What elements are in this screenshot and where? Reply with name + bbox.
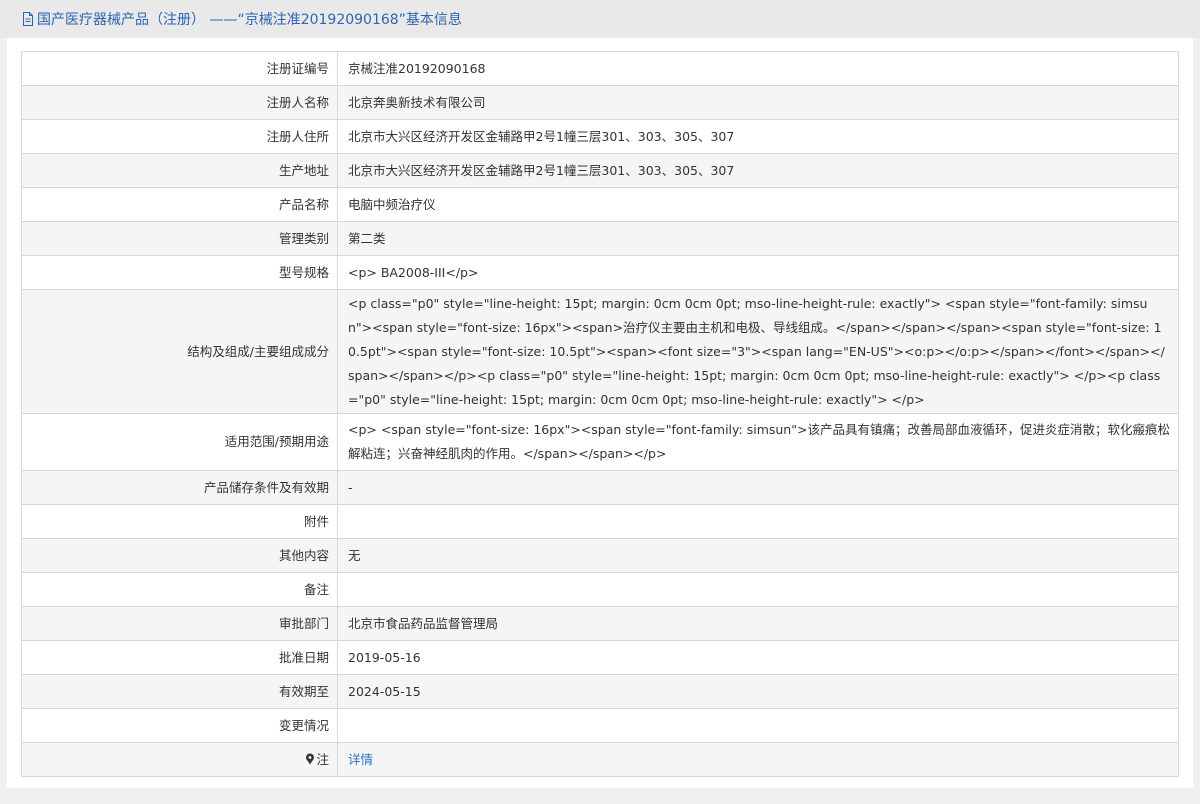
table-row: 注册证编号 京械注准20192090168 xyxy=(21,51,1179,86)
row-value: 第二类 xyxy=(337,221,1179,256)
row-label: 备注 xyxy=(21,572,338,607)
note-label: 注 xyxy=(316,751,329,767)
table-row: 管理类别 第二类 xyxy=(21,221,1179,256)
row-value xyxy=(337,708,1179,743)
row-value: 北京奔奥新技术有限公司 xyxy=(337,85,1179,120)
row-label: 生产地址 xyxy=(21,153,338,188)
page-header: 国产医疗器械产品（注册） ——“京械注准20192090168”基本信息 xyxy=(0,0,1200,38)
row-value: 无 xyxy=(337,538,1179,573)
row-value xyxy=(337,504,1179,539)
row-label: 管理类别 xyxy=(21,221,338,256)
table-row: 注 详情 xyxy=(21,742,1179,777)
row-label: 附件 xyxy=(21,504,338,539)
info-panel: 注册证编号 京械注准20192090168 注册人名称 北京奔奥新技术有限公司 … xyxy=(7,38,1193,788)
row-label: 产品名称 xyxy=(21,187,338,222)
table-row: 附件 xyxy=(21,504,1179,539)
table-row: 审批部门 北京市食品药品监督管理局 xyxy=(21,606,1179,641)
row-label: 注册人名称 xyxy=(21,85,338,120)
row-label: 注册证编号 xyxy=(21,51,338,86)
row-value: 北京市大兴区经济开发区金辅路甲2号1幢三层301、303、305、307 xyxy=(337,153,1179,188)
table-row: 型号规格 <p> BA2008-III</p> xyxy=(21,255,1179,290)
table-row: 其他内容 无 xyxy=(21,538,1179,573)
row-value: <p class="p0" style="line-height: 15pt; … xyxy=(337,289,1179,414)
details-link[interactable]: 详情 xyxy=(348,752,373,767)
page-title: 国产医疗器械产品（注册） ——“京械注准20192090168”基本信息 xyxy=(37,12,462,28)
row-value xyxy=(337,572,1179,607)
row-label: 其他内容 xyxy=(21,538,338,573)
table-row: 变更情况 xyxy=(21,708,1179,743)
row-value: <p> <span style="font-size: 16px"><span … xyxy=(337,413,1179,471)
row-value: 2024-05-15 xyxy=(337,674,1179,709)
row-value: 电脑中频治疗仪 xyxy=(337,187,1179,222)
table-row: 产品储存条件及有效期 - xyxy=(21,470,1179,505)
table-row: 适用范围/预期用途 <p> <span style="font-size: 16… xyxy=(21,413,1179,471)
table-row: 有效期至 2024-05-15 xyxy=(21,674,1179,709)
row-label: 型号规格 xyxy=(21,255,338,290)
note-row-value: 详情 xyxy=(337,742,1179,777)
row-value: 2019-05-16 xyxy=(337,640,1179,675)
row-label: 变更情况 xyxy=(21,708,338,743)
pin-icon xyxy=(305,749,315,764)
row-label: 适用范围/预期用途 xyxy=(21,413,338,471)
table-row: 结构及组成/主要组成成分 <p class="p0" style="line-h… xyxy=(21,289,1179,414)
row-label: 审批部门 xyxy=(21,606,338,641)
table-row: 注册人名称 北京奔奥新技术有限公司 xyxy=(21,85,1179,120)
row-label: 结构及组成/主要组成成分 xyxy=(21,289,338,414)
note-row-label: 注 xyxy=(21,742,338,777)
row-label: 注册人住所 xyxy=(21,119,338,154)
row-label: 批准日期 xyxy=(21,640,338,675)
row-value: 北京市食品药品监督管理局 xyxy=(337,606,1179,641)
table-row: 备注 xyxy=(21,572,1179,607)
table-row: 注册人住所 北京市大兴区经济开发区金辅路甲2号1幢三层301、303、305、3… xyxy=(21,119,1179,154)
product-info-table: 注册证编号 京械注准20192090168 注册人名称 北京奔奥新技术有限公司 … xyxy=(21,51,1179,777)
row-value: - xyxy=(337,470,1179,505)
document-icon xyxy=(22,12,34,26)
row-value: 北京市大兴区经济开发区金辅路甲2号1幢三层301、303、305、307 xyxy=(337,119,1179,154)
table-row: 产品名称 电脑中频治疗仪 xyxy=(21,187,1179,222)
row-value: <p> BA2008-III</p> xyxy=(337,255,1179,290)
row-label: 有效期至 xyxy=(21,674,338,709)
table-row: 批准日期 2019-05-16 xyxy=(21,640,1179,675)
row-label: 产品储存条件及有效期 xyxy=(21,470,338,505)
row-value: 京械注准20192090168 xyxy=(337,51,1179,86)
table-row: 生产地址 北京市大兴区经济开发区金辅路甲2号1幢三层301、303、305、30… xyxy=(21,153,1179,188)
